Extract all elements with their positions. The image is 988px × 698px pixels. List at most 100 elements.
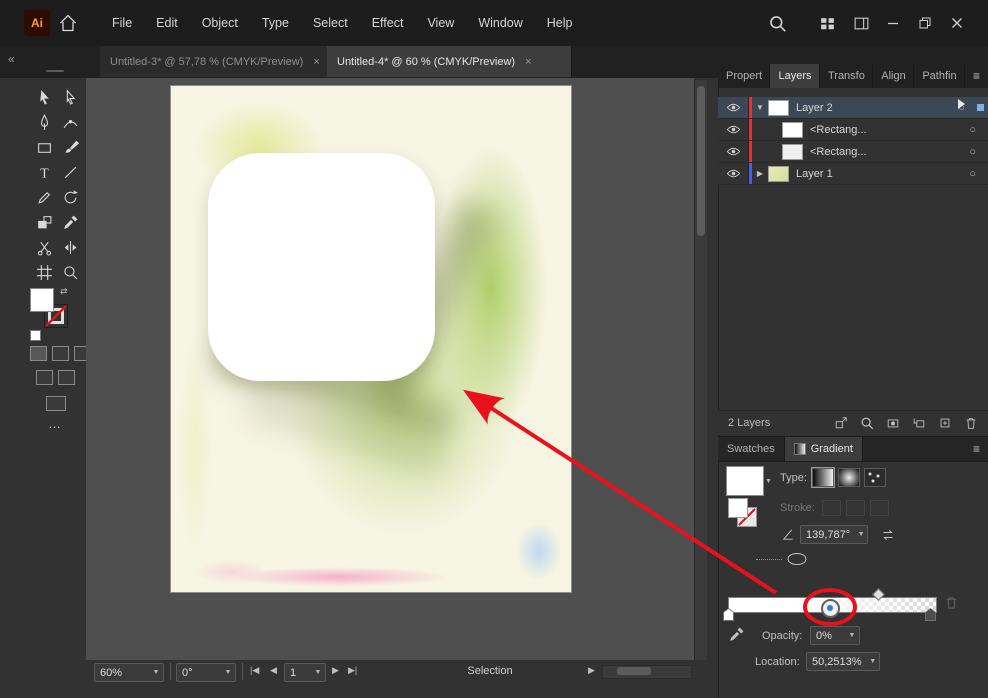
tab-swatches[interactable]: Swatches xyxy=(718,437,785,461)
gradient-fill-proxy[interactable] xyxy=(728,498,748,518)
vertical-scrollbar-thumb[interactable] xyxy=(697,86,705,236)
eyedropper-tool[interactable] xyxy=(58,211,82,233)
zoom-tool[interactable] xyxy=(58,261,82,283)
direct-selection-tool[interactable] xyxy=(58,86,82,108)
menu-view[interactable]: View xyxy=(415,16,466,30)
close-button[interactable] xyxy=(942,0,972,46)
target-icon[interactable]: ○ xyxy=(969,168,976,180)
layer-row-rectangle1[interactable]: <Rectang... ○ xyxy=(718,119,988,141)
reverse-gradient-icon[interactable] xyxy=(880,527,896,543)
curvature-tool[interactable] xyxy=(58,111,82,133)
gradient-stop-right[interactable] xyxy=(925,608,936,621)
document-arrange-icon[interactable] xyxy=(846,0,876,46)
paintbrush-tool[interactable] xyxy=(58,136,82,158)
canvas-area[interactable] xyxy=(86,78,694,660)
radial-gradient-button[interactable] xyxy=(838,468,860,487)
pencil-tool[interactable] xyxy=(32,186,56,208)
linear-gradient-button[interactable] xyxy=(811,467,835,488)
menu-select[interactable]: Select xyxy=(301,16,360,30)
panel-menu-icon[interactable]: ≡ xyxy=(965,64,988,88)
layer-thumbnail[interactable] xyxy=(768,165,789,182)
tab-layers[interactable]: Layers xyxy=(770,64,820,88)
layer-row-layer2[interactable]: ▼ Layer 2 ○ xyxy=(718,97,988,119)
locate-object-icon[interactable] xyxy=(860,416,874,430)
rectangle-tool[interactable] xyxy=(32,136,56,158)
scissors-tool[interactable] xyxy=(32,236,56,258)
rotate-tool[interactable] xyxy=(58,186,82,208)
menu-effect[interactable]: Effect xyxy=(360,16,416,30)
tab-close-icon[interactable]: × xyxy=(313,56,319,68)
menu-file[interactable]: File xyxy=(100,16,144,30)
menu-window[interactable]: Window xyxy=(466,16,534,30)
visibility-toggle[interactable] xyxy=(718,119,749,140)
panel-menu-icon[interactable]: ≡ xyxy=(965,437,988,461)
next-artboard-icon[interactable]: ▶ xyxy=(332,665,339,676)
search-icon[interactable] xyxy=(762,0,792,46)
freeform-gradient-button[interactable] xyxy=(864,468,886,487)
draw-normal-button[interactable] xyxy=(30,346,47,361)
stroke-gradient-along-button[interactable] xyxy=(846,500,865,516)
toolbar-grip[interactable] xyxy=(46,70,64,72)
selection-tool[interactable] xyxy=(32,86,56,108)
menu-help[interactable]: Help xyxy=(535,16,585,30)
layer-row-rectangle2[interactable]: <Rectang... ○ xyxy=(718,141,988,163)
default-swatches-icon[interactable] xyxy=(30,330,41,341)
swap-fill-stroke-icon[interactable]: ⇄ xyxy=(60,286,68,297)
panel-flyout-arrow-icon[interactable] xyxy=(958,99,965,109)
chevron-down-icon[interactable]: ▼ xyxy=(765,478,772,485)
collapse-toolbar-icon[interactable]: « xyxy=(8,52,15,66)
horizontal-scrollbar[interactable] xyxy=(602,665,692,679)
fill-swatch[interactable] xyxy=(30,288,54,312)
last-artboard-icon[interactable]: ▶| xyxy=(348,665,357,676)
gradient-stop-left[interactable] xyxy=(723,608,734,621)
new-layer-icon[interactable] xyxy=(938,416,952,430)
previous-artboard-icon[interactable]: ◀ xyxy=(270,665,277,676)
gradient-annotator-ellipse-icon[interactable] xyxy=(785,551,809,567)
artboard-tool[interactable] xyxy=(32,261,56,283)
edit-toolbar-button[interactable]: … xyxy=(48,416,61,431)
expander-icon[interactable]: ▼ xyxy=(752,103,768,112)
status-panel-arrow-icon[interactable]: ▶ xyxy=(588,665,595,676)
home-icon[interactable] xyxy=(58,13,78,33)
stroke-gradient-across-button[interactable] xyxy=(870,500,889,516)
rotation-dropdown[interactable]: 0° ▼ xyxy=(176,663,236,682)
maximize-restore-button[interactable] xyxy=(910,0,940,46)
layer-row-layer1[interactable]: ▶ Layer 1 ○ xyxy=(718,163,988,185)
delete-layer-icon[interactable] xyxy=(964,416,978,430)
zoom-dropdown[interactable]: 60% ▼ xyxy=(94,663,164,682)
target-icon[interactable]: ○ xyxy=(969,146,976,158)
stroke-gradient-within-button[interactable] xyxy=(822,500,841,516)
pen-tool[interactable] xyxy=(32,111,56,133)
menu-edit[interactable]: Edit xyxy=(144,16,190,30)
minimize-button[interactable] xyxy=(878,0,908,46)
artboard-number-dropdown[interactable]: 1 ▼ xyxy=(284,663,326,682)
horizontal-scrollbar-thumb[interactable] xyxy=(617,667,651,675)
location-dropdown[interactable]: 50,2513% ▼ xyxy=(806,652,880,671)
workspace-switcher-icon[interactable] xyxy=(812,0,842,46)
width-tool[interactable] xyxy=(58,236,82,258)
angle-dropdown[interactable]: 139,787° ▼ xyxy=(800,525,868,544)
visibility-toggle[interactable] xyxy=(718,97,749,118)
collect-for-export-icon[interactable] xyxy=(834,416,848,430)
document-tab-untitled4[interactable]: Untitled-4* @ 60 % (CMYK/Preview) × xyxy=(327,46,572,77)
menu-type[interactable]: Type xyxy=(250,16,301,30)
menu-object[interactable]: Object xyxy=(190,16,250,30)
tab-align[interactable]: Align xyxy=(873,64,915,88)
object-thumbnail[interactable] xyxy=(782,143,803,160)
visibility-toggle[interactable] xyxy=(718,163,749,184)
screen-mode-button[interactable] xyxy=(46,396,66,411)
layer-name[interactable]: Layer 1 xyxy=(796,168,833,180)
gradient-stop-selected[interactable] xyxy=(821,599,840,618)
first-artboard-icon[interactable]: |◀ xyxy=(250,665,259,676)
tab-pathfinder[interactable]: Pathfin xyxy=(914,64,965,88)
tab-close-icon[interactable]: × xyxy=(525,56,531,68)
delete-stop-icon[interactable] xyxy=(944,595,959,610)
vertical-scrollbar[interactable] xyxy=(694,80,707,660)
gradient-eyedropper-icon[interactable] xyxy=(728,626,745,643)
make-clipping-mask-icon[interactable] xyxy=(886,416,900,430)
gradient-preview-swatch[interactable] xyxy=(726,466,764,496)
shape-mode-button-2[interactable] xyxy=(58,370,75,385)
new-sublayer-icon[interactable] xyxy=(912,416,926,430)
line-segment-tool[interactable] xyxy=(58,161,82,183)
expander-icon[interactable]: ▶ xyxy=(752,169,768,178)
